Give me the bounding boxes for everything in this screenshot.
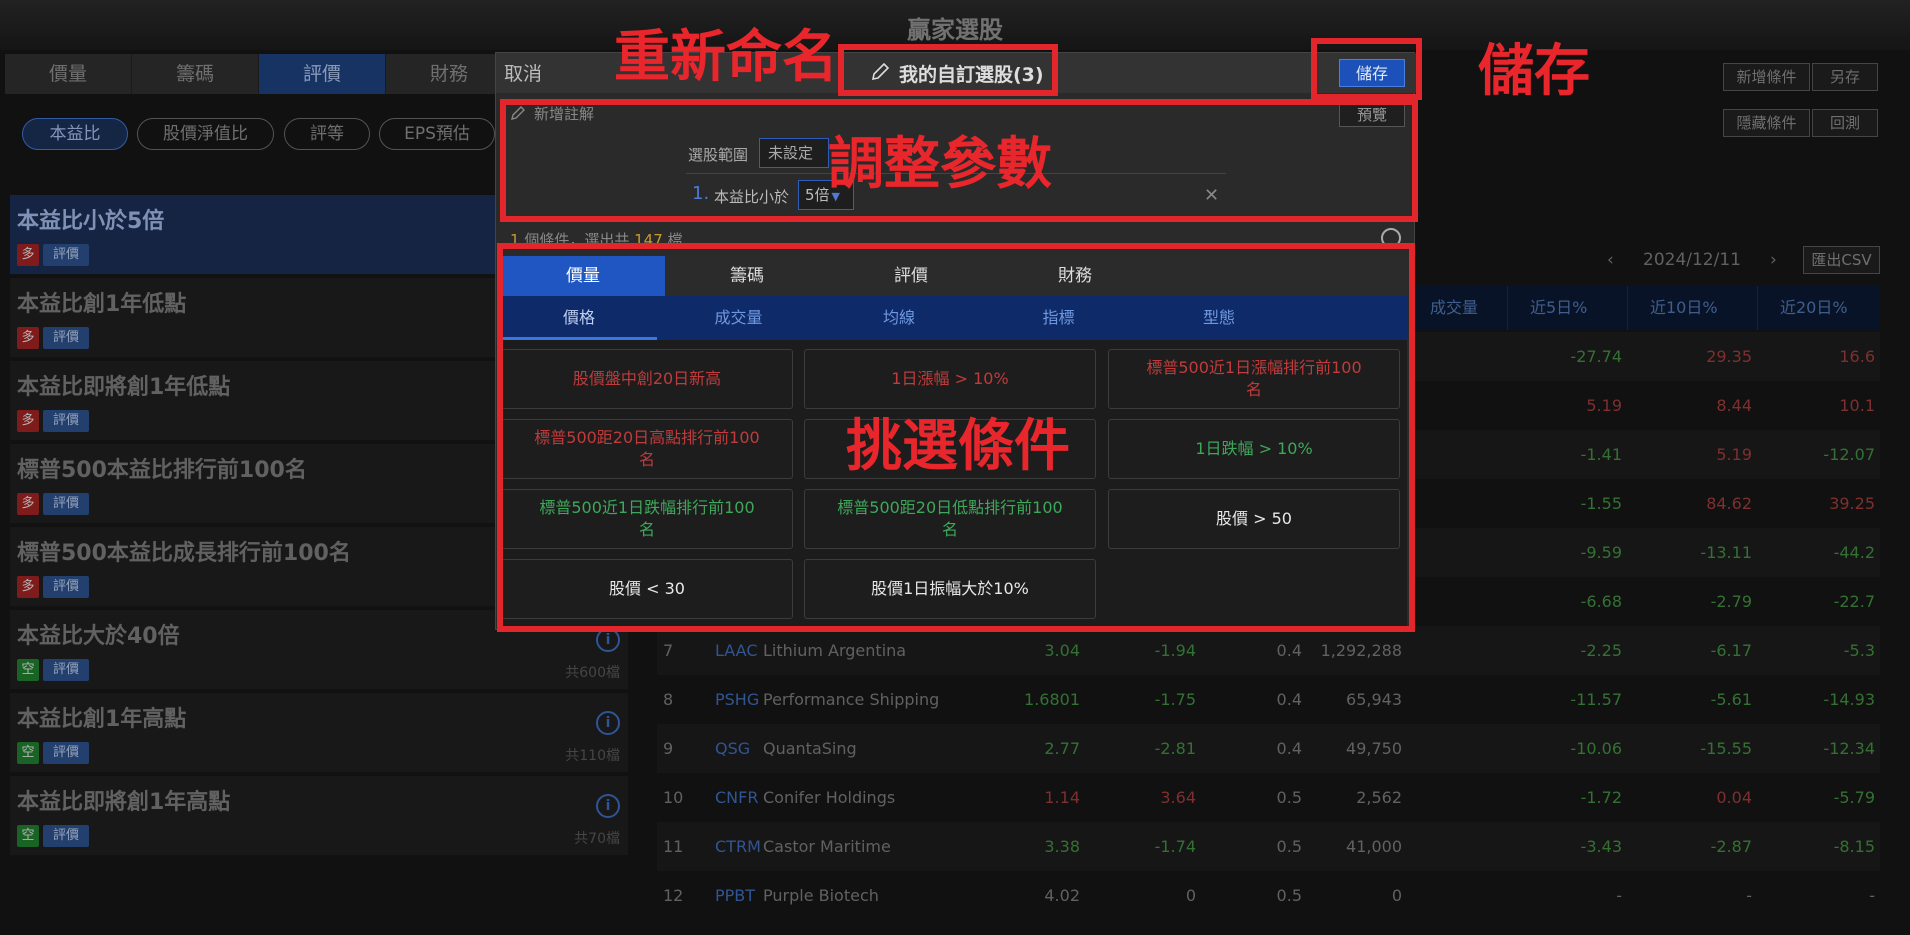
rename-highlight xyxy=(838,44,1058,96)
save-highlight xyxy=(1311,38,1422,100)
annotation-pick: 挑選條件 xyxy=(846,414,1070,479)
cancel-button[interactable]: 取消 xyxy=(504,59,542,86)
annotation-rename: 重新命名 xyxy=(614,25,838,90)
screen: 贏家選股 價量 籌碼 評價 財務 本益比 股價淨值比 評等 EPS預估 本益比小… xyxy=(0,0,1910,935)
annotation-save: 儲存 xyxy=(1478,39,1590,104)
annotation-adjust: 調整參數 xyxy=(828,132,1052,197)
